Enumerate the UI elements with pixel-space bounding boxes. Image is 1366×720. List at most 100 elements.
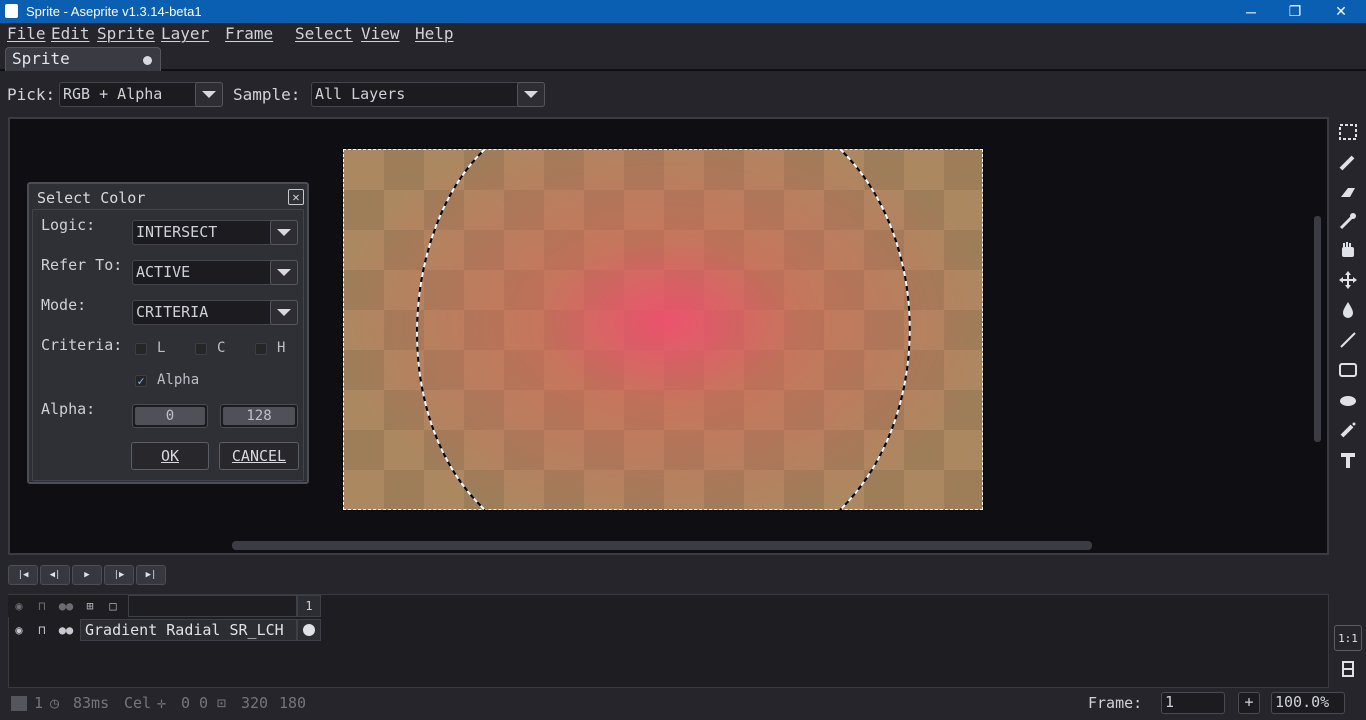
frames-icon [11,696,27,711]
status-bar: 1 ◷ 83ms Cel ✛ 0 0 ⊡ 320 180 Frame: 1 + … [0,690,1366,720]
move-icon[interactable] [1334,267,1362,293]
refer-to-value: ACTIVE [136,263,191,281]
rectangular-marquee-icon[interactable] [1334,119,1362,145]
pick-combobox[interactable]: RGB + Alpha [59,82,223,107]
close-icon[interactable]: ✕ [288,189,304,205]
sprite-height: 180 [279,694,307,712]
blur-icon[interactable] [1334,387,1362,413]
aseprite-app-icon [5,4,18,18]
add-frame-button[interactable]: + [1238,692,1260,714]
tool-bar [1331,117,1366,557]
text-icon[interactable] [1334,447,1362,473]
sample-label: Sample: [233,85,301,104]
alpha-checkbox[interactable]: ✓ [135,375,147,387]
modified-dot-icon[interactable] [143,56,152,65]
refer-to-combobox[interactable]: ACTIVE [132,260,298,285]
chevron-down-icon[interactable] [517,82,545,107]
filmstrip-icon[interactable] [1334,656,1362,682]
window-title: Sprite - Aseprite v1.3.14-beta1 [26,4,202,19]
menu-view[interactable]: View [361,24,400,43]
frame-input[interactable]: 1 [1161,692,1225,714]
alpha-min-slider[interactable]: 0 [132,404,208,428]
close-window-button[interactable]: ✕ [1318,0,1364,23]
chevron-down-icon[interactable] [270,260,298,285]
criteria-l-label: L [157,340,166,356]
menu-sprite[interactable]: Sprite [97,24,155,43]
logic-value: INTERSECT [136,223,218,241]
ok-button[interactable]: OK [131,442,209,470]
criteria-label: Criteria: [41,336,123,354]
play-icon[interactable]: ▶ [72,565,102,585]
frame-square-icon[interactable]: □ [102,596,124,616]
next-frame-icon[interactable]: |▶ [104,565,134,585]
eraser-icon[interactable] [1334,179,1362,205]
criteria-l-checkbox[interactable] [135,343,147,355]
eye-icon[interactable]: ◉ [8,596,30,616]
lock-icon[interactable]: ⊓ [31,620,53,640]
cancel-button[interactable]: CANCEL [219,442,299,470]
eye-icon[interactable]: ◉ [8,620,30,640]
frame-header-1[interactable]: 1 [297,595,321,617]
dialog-body: Logic: INTERSECT Refer To: ACTIVE Mode: … [32,209,304,481]
layer-tree-icon[interactable]: ⊞ [79,596,101,616]
frame-label: Frame: [1088,694,1143,712]
chevron-down-icon[interactable] [195,82,223,107]
vertical-scrollbar[interactable] [1314,216,1321,442]
line-icon[interactable] [1334,327,1362,353]
zoom-input[interactable]: 100.0% [1271,692,1345,714]
pencil-icon[interactable] [1334,149,1362,175]
menu-frame[interactable]: Frame [225,24,273,43]
rectangle-icon[interactable] [1334,357,1362,383]
hand-icon[interactable] [1334,237,1362,263]
chevron-down-icon[interactable] [270,300,298,325]
frame-duration: 83ms [73,694,110,712]
alpha-checkbox-label: Alpha [157,372,200,388]
frame-count: 1 [34,694,44,712]
previous-frame-icon[interactable]: ◀| [40,565,70,585]
cel-frame-1[interactable] [297,619,321,641]
menu-file[interactable]: File [7,24,46,43]
continuous-icon[interactable]: ●● [55,596,77,616]
sprite-canvas[interactable] [342,148,984,511]
criteria-h-checkbox[interactable] [255,343,267,355]
tab-bar: Sprite [0,45,1366,71]
criteria-c-label: C [217,340,226,356]
select-color-dialog: Select Color ✕ Logic: INTERSECT Refer To… [27,182,309,484]
logic-label: Logic: [41,216,96,234]
position-icon: ✛ [157,694,167,712]
first-frame-icon[interactable]: |◀ [8,565,38,585]
size-icon: ⊡ [217,694,227,712]
selection-marquee [416,149,911,510]
horizontal-scrollbar[interactable] [232,541,1092,550]
layer-name[interactable]: Gradient Radial SR_LCH [80,619,297,641]
minimize-button[interactable]: ─ [1228,0,1274,23]
menu-select[interactable]: Select [295,24,353,43]
sprite-width: 320 [241,694,269,712]
menu-edit[interactable]: Edit [51,24,90,43]
maximize-button[interactable]: ❐ [1272,0,1318,23]
dialog-title: Select Color [37,189,146,207]
alpha-label: Alpha: [41,400,96,418]
tab-label: Sprite [12,49,70,68]
tab-sprite[interactable]: Sprite [5,47,161,71]
mode-value: CRITERIA [136,303,209,321]
eyedropper-icon[interactable] [1334,208,1362,234]
lock-icon[interactable]: ⊓ [31,596,53,616]
continuous-icon[interactable]: ●● [55,620,77,640]
menu-help[interactable]: Help [415,24,454,43]
zoom-1-1-button[interactable]: 1:1 [1334,625,1362,651]
mode-combobox[interactable]: CRITERIA [132,300,298,325]
clock-icon: ◷ [50,694,60,712]
sample-combobox[interactable]: All Layers [311,82,545,107]
spray-icon[interactable] [1334,417,1362,443]
logic-combobox[interactable]: INTERSECT [132,220,298,245]
paint-bucket-icon[interactable] [1334,297,1362,323]
last-frame-icon[interactable]: ▶| [136,565,166,585]
alpha-max-slider[interactable]: 128 [220,404,298,428]
position-y: 0 [199,694,209,712]
chevron-down-icon[interactable] [270,220,298,245]
criteria-c-checkbox[interactable] [195,343,207,355]
alpha-max-value: 128 [246,408,272,424]
position-x: 0 [181,694,191,712]
menu-layer[interactable]: Layer [161,24,209,43]
